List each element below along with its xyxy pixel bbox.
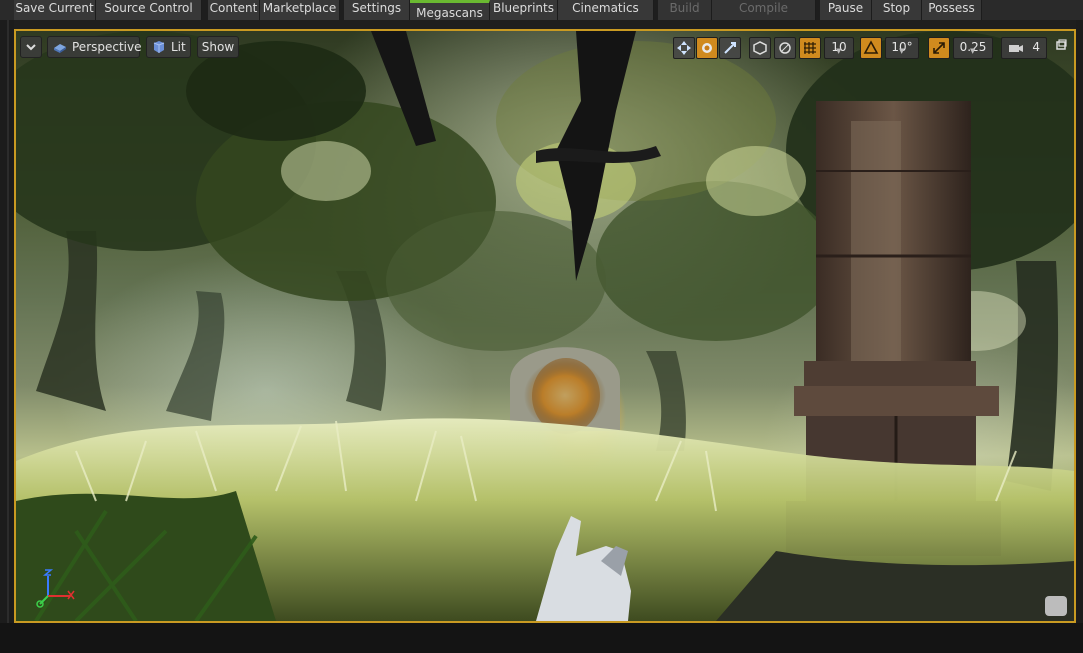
panel-gap	[0, 20, 1083, 29]
camera-speed-button[interactable]: 4	[1001, 37, 1047, 59]
maximize-icon	[1056, 39, 1067, 50]
cinematics-button[interactable]: Cinematics	[558, 0, 654, 20]
world-local-toggle[interactable]	[749, 37, 771, 59]
settings-button[interactable]: Settings	[344, 0, 410, 20]
status-area	[0, 623, 1083, 653]
megascans-label: Megascans	[416, 6, 483, 20]
stop-button[interactable]: Stop	[872, 0, 922, 20]
lit-label: Lit	[171, 40, 186, 54]
left-panel-edge	[0, 20, 14, 623]
maximize-viewport-button[interactable]	[1053, 37, 1071, 59]
blueprints-button[interactable]: Blueprints	[490, 0, 558, 20]
translate-arrows-icon	[677, 41, 691, 55]
viewport-corner-toggle[interactable]	[1045, 596, 1067, 616]
scale-snap-value[interactable]: 0.25 ▼	[953, 37, 993, 59]
perspective-label: Perspective	[72, 40, 142, 54]
scale-icon	[724, 42, 736, 54]
translate-tool-button[interactable]	[673, 37, 695, 59]
camera-speed-text: 4	[1032, 40, 1040, 54]
level-viewport[interactable]: Perspective Lit Show 10 ▼ 10° ▼ 0.25 ▼ 4	[14, 29, 1076, 623]
lit-sphere-icon	[153, 41, 165, 53]
content-button[interactable]: Content	[208, 0, 260, 20]
scale-snap-toggle[interactable]	[928, 37, 950, 59]
build-button[interactable]: Build	[658, 0, 712, 20]
right-panel-edge	[1076, 20, 1083, 623]
surface-snap-toggle[interactable]	[774, 37, 796, 59]
rotation-snap-value[interactable]: 10° ▼	[885, 37, 919, 59]
lit-view-mode-button[interactable]: Lit	[146, 36, 191, 58]
rotation-snap-toggle[interactable]	[860, 37, 882, 59]
grid-snap-value[interactable]: 10 ▼	[824, 37, 854, 59]
viewport-options-button[interactable]	[20, 36, 42, 58]
main-toolbar: Save Current Source Control Content Mark…	[0, 0, 1083, 20]
pause-button[interactable]: Pause	[820, 0, 872, 20]
scale-tool-button[interactable]	[719, 37, 741, 59]
source-control-button[interactable]: Source Control	[96, 0, 202, 20]
show-label: Show	[201, 40, 235, 54]
marketplace-button[interactable]: Marketplace	[260, 0, 340, 20]
perspective-cube-icon	[54, 44, 66, 53]
grid-icon	[804, 42, 816, 54]
save-current-button[interactable]: Save Current	[14, 0, 96, 20]
compile-button[interactable]: Compile	[712, 0, 816, 20]
angle-icon	[863, 40, 879, 54]
perspective-button[interactable]: Perspective	[47, 36, 142, 58]
surface-snap-icon	[779, 42, 791, 54]
world-icon	[753, 41, 767, 55]
show-button[interactable]: Show	[197, 36, 239, 58]
chevron-down-icon	[26, 44, 36, 51]
camera-icon	[1009, 45, 1023, 52]
scene-render	[16, 31, 1074, 621]
megascans-button[interactable]: Megascans	[410, 0, 490, 20]
possess-button[interactable]: Possess	[922, 0, 982, 20]
grid-snap-toggle[interactable]	[799, 37, 821, 59]
scale-snap-icon	[933, 42, 945, 54]
rotate-tool-button[interactable]	[696, 37, 718, 59]
axis-gizmo-icon	[36, 569, 75, 608]
rotate-icon	[702, 43, 712, 53]
